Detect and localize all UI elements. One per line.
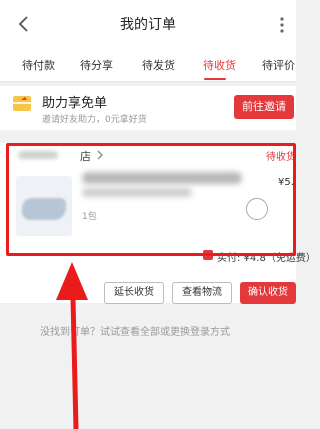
annotation-arrow: [56, 262, 88, 429]
